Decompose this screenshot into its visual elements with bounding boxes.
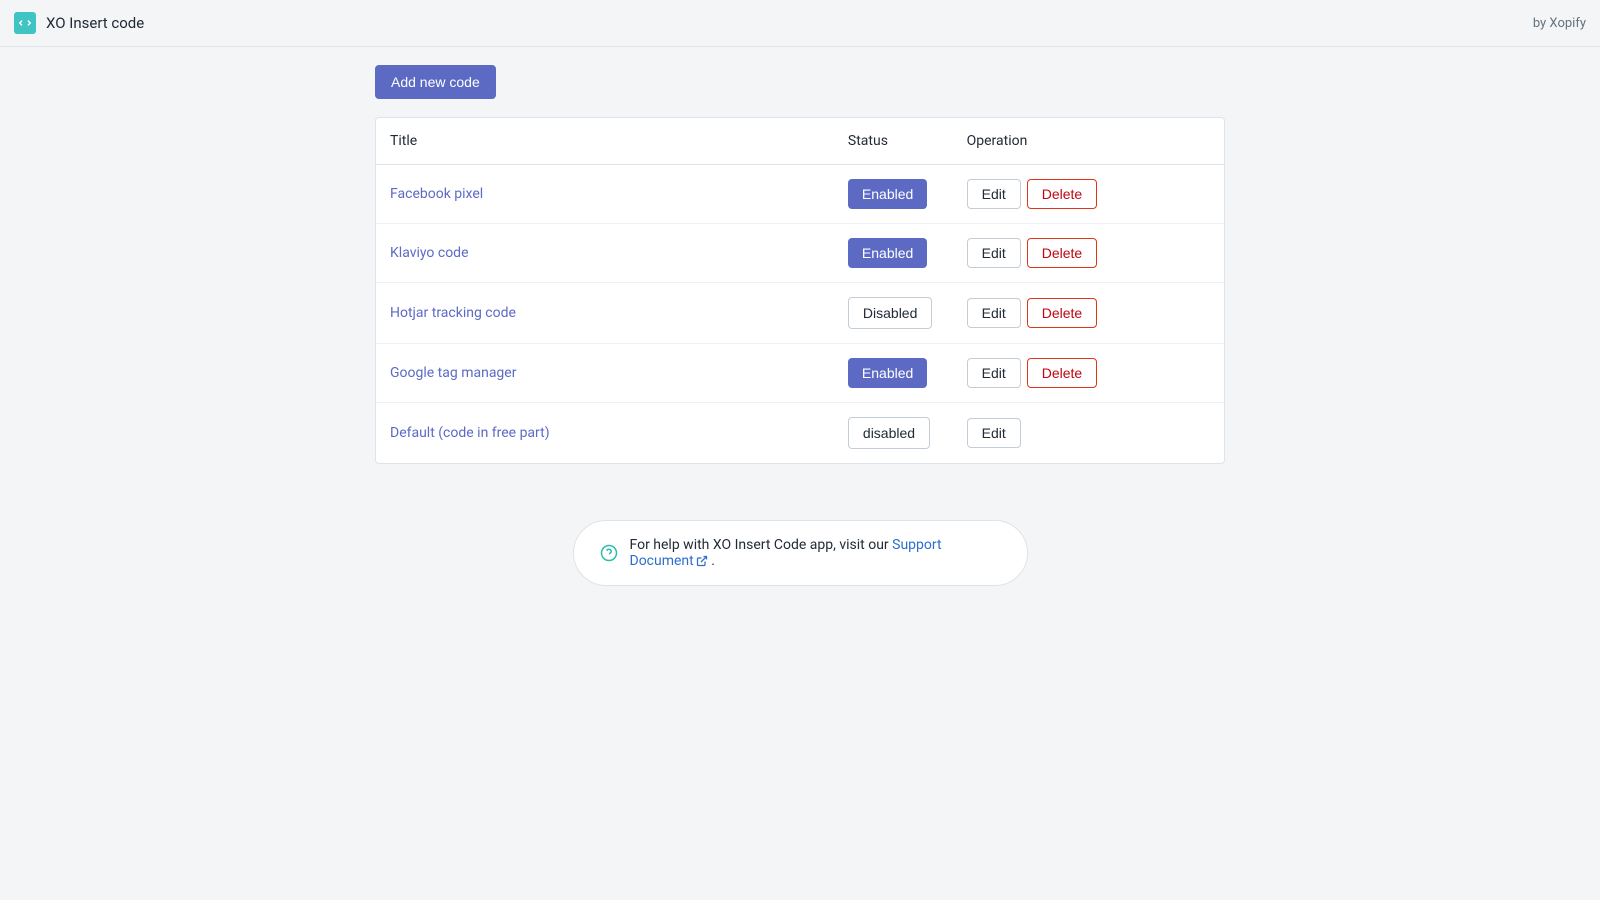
edit-button[interactable]: Edit: [967, 418, 1021, 448]
codes-table-card: Title Status Operation Facebook pixel Ena…: [375, 117, 1225, 464]
help-icon: [600, 544, 618, 562]
table-row: Klaviyo code Enabled EditDelete: [376, 224, 1224, 283]
column-header-title: Title: [376, 118, 834, 165]
code-title-link[interactable]: Klaviyo code: [390, 245, 469, 261]
code-title-link[interactable]: Default (code in free part): [390, 425, 550, 441]
byline: by Xopify: [1533, 16, 1586, 31]
help-suffix: .: [708, 553, 715, 569]
help-text: For help with XO Insert Code app, visit …: [630, 537, 1001, 569]
header-left: XO Insert code: [14, 12, 144, 34]
code-title-link[interactable]: Hotjar tracking code: [390, 305, 516, 321]
status-toggle-button[interactable]: Enabled: [848, 358, 927, 388]
table-row: Default (code in free part) disabled Edit: [376, 403, 1224, 464]
help-box: For help with XO Insert Code app, visit …: [573, 520, 1028, 586]
delete-button[interactable]: Delete: [1027, 298, 1097, 328]
app-header: XO Insert code by Xopify: [0, 0, 1600, 47]
edit-button[interactable]: Edit: [967, 358, 1021, 388]
table-row: Facebook pixel Enabled EditDelete: [376, 165, 1224, 224]
edit-button[interactable]: Edit: [967, 179, 1021, 209]
delete-button[interactable]: Delete: [1027, 358, 1097, 388]
external-link-icon: [696, 555, 708, 567]
code-title-link[interactable]: Facebook pixel: [390, 186, 483, 202]
table-row: Hotjar tracking code Disabled EditDelete: [376, 283, 1224, 344]
app-icon: [14, 12, 36, 34]
edit-button[interactable]: Edit: [967, 298, 1021, 328]
status-toggle-button[interactable]: Disabled: [848, 297, 932, 329]
table-row: Google tag manager Enabled EditDelete: [376, 344, 1224, 403]
add-new-code-button[interactable]: Add new code: [375, 65, 496, 99]
app-title: XO Insert code: [46, 14, 144, 32]
column-header-operation: Operation: [953, 118, 1224, 165]
column-header-status: Status: [834, 118, 953, 165]
status-toggle-button[interactable]: Enabled: [848, 179, 927, 209]
edit-button[interactable]: Edit: [967, 238, 1021, 268]
help-prefix: For help with XO Insert Code app, visit …: [630, 537, 893, 553]
status-toggle-button[interactable]: Enabled: [848, 238, 927, 268]
codes-table: Title Status Operation Facebook pixel Ena…: [376, 118, 1224, 463]
status-toggle-button[interactable]: disabled: [848, 417, 930, 449]
delete-button[interactable]: Delete: [1027, 179, 1097, 209]
code-title-link[interactable]: Google tag manager: [390, 365, 516, 381]
main-container: Add new code Title Status Operation Face…: [375, 47, 1225, 604]
delete-button[interactable]: Delete: [1027, 238, 1097, 268]
